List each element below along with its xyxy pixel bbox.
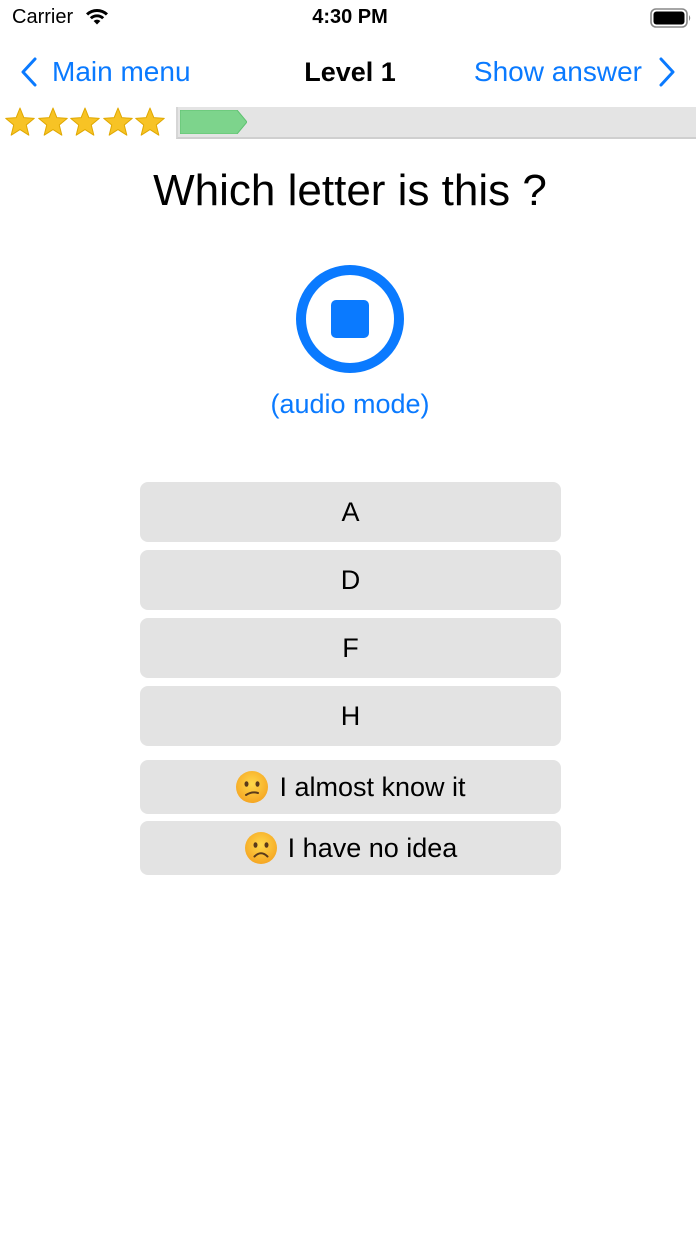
star-icon [135, 107, 165, 136]
no-idea-button[interactable]: I have no idea [140, 821, 561, 875]
main-menu-label: Main menu [52, 56, 191, 87]
star-icon [37, 107, 68, 136]
status-bar: Carrier 4:30 PM [0, 0, 700, 40]
audio-stop-button[interactable] [295, 264, 405, 374]
frowning-face-icon [244, 832, 277, 864]
almost-know-it-button[interactable]: I almost know it [140, 760, 561, 814]
audio-mode-label: (audio mode) [270, 389, 430, 419]
almost-know-it-label: I almost know it [279, 771, 466, 802]
question-text: Which letter is this ? [153, 166, 547, 215]
star-rating [4, 106, 167, 142]
show-answer-label: Show answer [473, 56, 642, 87]
answer-button-f[interactable]: F [140, 618, 561, 678]
answer-list: A D F H I almost know it I have no idea [140, 482, 561, 882]
answer-label: F [342, 632, 359, 663]
confused-face-icon [236, 771, 269, 803]
answer-label: H [340, 700, 361, 731]
show-answer-button[interactable]: Show answer [474, 54, 676, 90]
answer-label: A [341, 496, 360, 527]
answer-label: D [340, 564, 361, 595]
clock: 4:30 PM [312, 6, 388, 28]
battery-icon [650, 8, 691, 28]
star-icon [70, 107, 100, 136]
navigation-bar: Main menu Level 1 Show answer [0, 44, 700, 100]
chevron-left-icon [21, 57, 37, 87]
answer-button-d[interactable]: D [140, 550, 561, 610]
chevron-right-icon [659, 57, 675, 87]
stop-icon [331, 300, 369, 338]
main-menu-button[interactable]: Main menu [20, 54, 191, 90]
star-icon [5, 107, 35, 136]
star-icon [102, 107, 133, 136]
answer-button-h[interactable]: H [140, 686, 561, 746]
progress-fill [180, 110, 247, 134]
no-idea-label: I have no idea [287, 832, 458, 863]
answer-button-a[interactable]: A [140, 482, 561, 542]
progress-bar [176, 107, 696, 139]
